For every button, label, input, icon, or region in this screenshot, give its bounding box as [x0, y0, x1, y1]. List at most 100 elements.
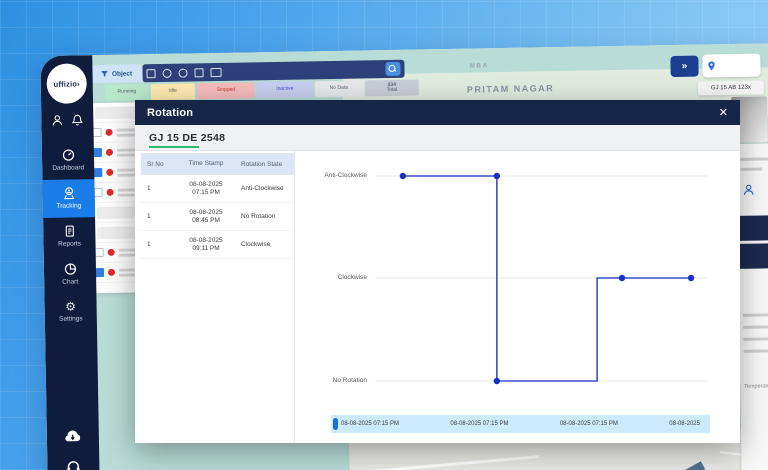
vehicle-search-label[interactable]: GJ 15 AB 123x: [698, 80, 764, 95]
timeline-label: 08-08-2025: [669, 421, 700, 427]
rotation-table: Sr No Time Stamp Rotation State 1 08-08-…: [135, 151, 295, 443]
filter-icon: [101, 70, 109, 78]
driver-avatar-icon: [743, 184, 755, 196]
status-dot: [106, 149, 113, 156]
search-button[interactable]: [385, 62, 400, 76]
table-row: 1 08-08-202507:15 PM Anti-Clockwise: [141, 175, 294, 203]
chip-total[interactable]: 234 Total: [365, 79, 419, 96]
chip-stopped[interactable]: Stopped: [197, 82, 255, 99]
sidebar-item-label: Dashboard: [52, 164, 84, 172]
checkbox[interactable]: [92, 128, 101, 137]
search-icon: [388, 65, 395, 72]
checkbox[interactable]: [93, 148, 102, 157]
timeline-handle[interactable]: [333, 418, 338, 430]
chip-label: Running: [118, 90, 137, 96]
asset-icon[interactable]: [194, 68, 203, 77]
sidebar-item-label: Chart: [62, 278, 78, 285]
chip-idle[interactable]: Idle: [151, 83, 195, 100]
cell-state: Clockwise: [241, 241, 293, 248]
panel-expand-button[interactable]: »: [670, 56, 698, 77]
cloud-download-icon[interactable]: [63, 427, 83, 442]
brand-text: uffizio: [54, 79, 78, 88]
sidebar-item-tracking[interactable]: Tracking: [42, 179, 95, 218]
cell-srno: 1: [141, 241, 171, 248]
checkbox[interactable]: [95, 248, 104, 257]
timeline-label: 08-08-2025 07:15 PM: [341, 421, 399, 427]
sidebar-item-label: Tracking: [56, 202, 81, 209]
cell-srno: 1: [141, 185, 171, 192]
tab-object-label: Object: [112, 70, 132, 77]
driver-icon[interactable]: [162, 68, 171, 77]
dashboard-icon: [61, 148, 74, 161]
timeline-label: 08-08-2025 07:15 PM: [560, 421, 618, 427]
chip-running[interactable]: Running: [105, 84, 149, 101]
modal-title: Rotation: [147, 107, 193, 119]
map-place-label: PRITAM NAGAR: [467, 83, 554, 95]
chart-icon: [63, 262, 76, 275]
sidebar-item-label: Settings: [59, 315, 83, 322]
vehicle-icon[interactable]: [146, 69, 155, 78]
status-dot: [107, 189, 114, 196]
sidebar-bottom: [47, 427, 100, 470]
sidebar-item-settings[interactable]: ⚙ Settings: [44, 293, 97, 331]
cell-srno: 1: [141, 213, 171, 220]
person-icon[interactable]: [178, 68, 187, 77]
cell-timestamp: 08-08-202509:11 PM: [171, 237, 241, 253]
status-dot: [108, 249, 115, 256]
checkbox[interactable]: [95, 268, 104, 277]
col-header-state: Rotation State: [241, 161, 293, 168]
brand-logo[interactable]: uffizio›: [46, 63, 87, 104]
col-header-timestamp: Time Stamp: [171, 160, 241, 168]
sidebar-item-reports[interactable]: Reports: [43, 217, 96, 256]
status-dot: [106, 169, 113, 176]
col-header-srno: Sr No: [141, 161, 171, 168]
chip-nodata[interactable]: No Data: [315, 80, 363, 97]
support-headset-icon[interactable]: [65, 458, 81, 470]
cell-timestamp: 08-08-202508:45 PM: [171, 209, 241, 225]
tracking-icon: [62, 186, 75, 199]
sidebar-item-dashboard[interactable]: Dashboard: [42, 141, 95, 180]
chip-label: Stopped: [216, 88, 235, 94]
user-icon[interactable]: [51, 114, 63, 127]
cell-state: No Rotation: [241, 213, 293, 220]
cell-state: Anti-Clockwise: [241, 185, 293, 192]
table-header-row: Sr No Time Stamp Rotation State: [141, 153, 294, 175]
reports-icon: [63, 224, 76, 237]
step-line-chart: [295, 151, 740, 411]
chip-inactive[interactable]: Inactive: [257, 81, 313, 98]
settings-icon: ⚙: [65, 300, 76, 312]
location-pin-icon: [706, 60, 716, 71]
bell-icon[interactable]: [71, 113, 83, 126]
tab-object[interactable]: Object: [90, 64, 142, 83]
close-icon[interactable]: ✕: [719, 106, 728, 119]
chip-label: Total: [387, 88, 398, 94]
location-search-box[interactable]: [702, 54, 760, 78]
sidebar-nav: Dashboard Tracking Reports Cha: [42, 141, 97, 331]
rotation-modal: Rotation ✕ GJ 15 DE 2548 Sr No Time Stam…: [135, 100, 740, 443]
checkbox[interactable]: [94, 188, 103, 197]
active-underline: [149, 146, 199, 148]
right-detail-panel: Temperature: [736, 143, 768, 470]
chip-label: Inactive: [276, 87, 293, 93]
right-panel-note: Temperature: [744, 383, 768, 390]
cell-timestamp: 08-08-202507:15 PM: [171, 181, 241, 197]
modal-header: Rotation ✕: [135, 100, 740, 125]
modal-subheader: GJ 15 DE 2548: [135, 125, 740, 151]
modal-body: Sr No Time Stamp Rotation State 1 08-08-…: [135, 151, 740, 443]
account-row: [41, 113, 93, 127]
status-dot: [108, 269, 115, 276]
detail-row-dark[interactable]: [738, 243, 768, 269]
chip-label: Idle: [169, 89, 177, 95]
chip-label: No Data: [330, 86, 348, 92]
checkbox[interactable]: [93, 168, 102, 177]
detail-row-dark[interactable]: [737, 215, 768, 241]
rotation-chart: Anti-Clockwise Clockwise No Rotation 08-…: [295, 151, 740, 443]
status-dot: [106, 129, 113, 136]
timeline-scrollbar[interactable]: 08-08-2025 07:15 PM 08-08-2025 07:15 PM …: [331, 415, 710, 433]
sidebar-item-label: Reports: [58, 240, 81, 247]
chat-icon[interactable]: [210, 67, 221, 76]
timeline-label: 08-08-2025 07:15 PM: [450, 421, 508, 427]
vehicle-title: GJ 15 DE 2548: [149, 132, 225, 144]
sidebar: uffizio› Dashboard Tracki: [40, 55, 100, 470]
sidebar-item-chart[interactable]: Chart: [44, 255, 97, 294]
